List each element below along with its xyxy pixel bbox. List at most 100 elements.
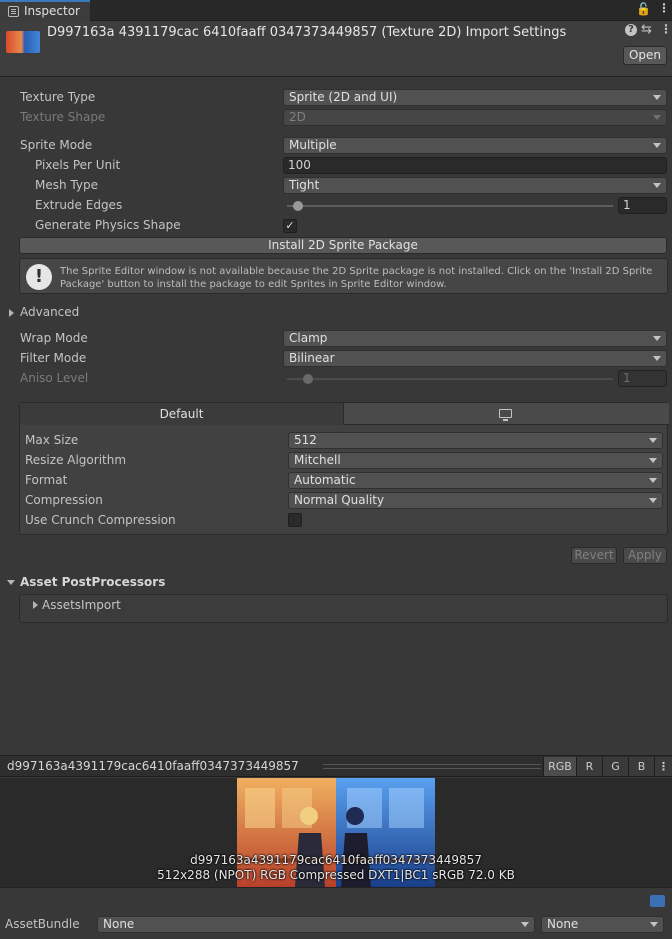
- monitor-stand: [503, 419, 508, 421]
- extrude-edges-label: Extrude Edges: [35, 198, 123, 212]
- filter-mode-label: Filter Mode: [20, 351, 87, 365]
- preview-menu-icon[interactable]: ⋮: [654, 757, 672, 776]
- use-crunch-label: Use Crunch Compression: [25, 513, 176, 527]
- install-2d-sprite-package-button[interactable]: Install 2D Sprite Package: [19, 237, 667, 254]
- extrude-edges-slider-handle[interactable]: [293, 201, 303, 211]
- format-label: Format: [25, 473, 68, 487]
- aniso-level-slider-track: [287, 378, 613, 380]
- tag-icon[interactable]: [650, 895, 665, 907]
- preset-icon[interactable]: ⇆: [641, 22, 652, 37]
- checkmark-icon: ✓: [285, 219, 295, 232]
- use-crunch-checkbox[interactable]: [288, 513, 302, 527]
- preview-asset-info: 512x288 (NPOT) RGB Compressed DXT1|BC1 s…: [157, 868, 515, 882]
- help-icon[interactable]: ?: [625, 24, 637, 36]
- lock-icon[interactable]: 🔓: [636, 2, 651, 16]
- texture-type-value: Sprite (2D and UI): [289, 90, 398, 104]
- format-dropdown[interactable]: Automatic: [288, 472, 663, 489]
- chevron-down-icon[interactable]: [7, 580, 15, 585]
- aniso-level-label: Aniso Level: [20, 371, 89, 385]
- texture-shape-label: Texture Shape: [20, 110, 106, 124]
- open-button[interactable]: Open: [623, 46, 667, 65]
- filter-mode-dropdown[interactable]: Bilinear: [283, 350, 667, 367]
- apply-button[interactable]: Apply: [623, 547, 667, 564]
- help-message: The Sprite Editor window is not availabl…: [60, 266, 653, 290]
- chevron-down-icon: [653, 115, 661, 120]
- texture-type-label: Texture Type: [20, 90, 96, 104]
- wrap-mode-label: Wrap Mode: [20, 331, 88, 345]
- compression-dropdown[interactable]: Normal Quality: [288, 492, 663, 509]
- asset-title: D997163a 4391179cac 6410faaff 0347373449…: [47, 25, 567, 40]
- asset-postprocessors-box: AssetsImport: [19, 594, 668, 623]
- sprite-mode-label: Sprite Mode: [20, 138, 93, 152]
- revert-button[interactable]: Revert: [571, 547, 617, 564]
- channel-rgb-button[interactable]: RGB: [543, 757, 576, 776]
- generate-physics-shape-checkbox[interactable]: ✓: [283, 219, 297, 233]
- chevron-down-icon: [653, 95, 661, 100]
- extrude-edges-field[interactable]: 1: [618, 197, 667, 214]
- asset-bundle-label: AssetBundle: [5, 917, 80, 931]
- format-value: Automatic: [294, 473, 356, 487]
- wrap-mode-value: Clamp: [289, 331, 328, 345]
- chevron-down-icon: [649, 458, 657, 463]
- chevron-down-icon: [649, 498, 657, 503]
- asset-bundle-name-dropdown[interactable]: None: [97, 916, 535, 933]
- advanced-foldout[interactable]: Advanced: [20, 305, 79, 319]
- preview-asset-name: d997163a4391179cac6410faaff0347373449857: [190, 853, 482, 867]
- asset-bundle-name-value: None: [103, 917, 135, 931]
- chevron-down-icon: [649, 438, 657, 443]
- chevron-right-icon[interactable]: [33, 601, 38, 609]
- tab-default[interactable]: Default: [20, 403, 344, 425]
- compression-label: Compression: [25, 493, 103, 507]
- mesh-type-value: Tight: [289, 178, 320, 192]
- asset-bundle-variant-dropdown[interactable]: None: [541, 916, 664, 933]
- context-menu-icon[interactable]: ⋮: [660, 22, 672, 36]
- inspector-header: D997163a 4391179cac 6410faaff 0347373449…: [0, 21, 672, 77]
- pixels-per-unit-field[interactable]: 100: [283, 157, 667, 174]
- asset-postprocessors-header[interactable]: Asset PostProcessors: [20, 575, 165, 589]
- generate-physics-shape-label: Generate Physics Shape: [35, 218, 181, 232]
- channel-g-button[interactable]: G: [602, 757, 628, 776]
- monitor-icon: [499, 409, 512, 418]
- assetsimport-foldout[interactable]: AssetsImport: [42, 598, 121, 612]
- asset-bundle-bar: AssetBundle None None: [0, 887, 672, 939]
- more-options-icon[interactable]: ⋮: [658, 1, 670, 15]
- chevron-right-icon[interactable]: [9, 309, 14, 317]
- texture-thumbnail: [6, 31, 40, 53]
- mesh-type-dropdown[interactable]: Tight: [283, 177, 667, 194]
- max-size-value: 512: [294, 433, 317, 447]
- texture-type-dropdown[interactable]: Sprite (2D and UI): [283, 89, 667, 106]
- resize-algorithm-value: Mitchell: [294, 453, 341, 467]
- aniso-level-field: 1: [618, 370, 667, 387]
- tab-standalone[interactable]: [344, 403, 669, 425]
- tab-inspector[interactable]: Inspector: [0, 0, 90, 21]
- texture-shape-dropdown: 2D: [283, 109, 667, 126]
- chevron-down-icon: [650, 922, 658, 927]
- pixels-per-unit-label: Pixels Per Unit: [35, 158, 121, 172]
- chevron-down-icon: [653, 183, 661, 188]
- preview-area: d997163a4391179cac6410faaff0347373449857…: [0, 778, 672, 887]
- filter-mode-value: Bilinear: [289, 351, 335, 365]
- preview-drag-handle[interactable]: [323, 764, 541, 769]
- texture-shape-value: 2D: [289, 110, 306, 124]
- compression-value: Normal Quality: [294, 493, 385, 507]
- chevron-down-icon: [653, 336, 661, 341]
- preview-title: d997163a4391179cac6410faaff0347373449857: [7, 759, 299, 773]
- chevron-down-icon: [521, 922, 529, 927]
- preview-header: d997163a4391179cac6410faaff0347373449857…: [0, 755, 672, 777]
- channel-r-button[interactable]: R: [576, 757, 602, 776]
- warning-icon: !: [26, 264, 52, 290]
- mesh-type-label: Mesh Type: [35, 178, 98, 192]
- max-size-dropdown[interactable]: 512: [288, 432, 663, 449]
- sprite-mode-dropdown[interactable]: Multiple: [283, 137, 667, 154]
- asset-bundle-variant-value: None: [547, 917, 579, 931]
- channel-b-button[interactable]: B: [628, 757, 654, 776]
- wrap-mode-dropdown[interactable]: Clamp: [283, 330, 667, 347]
- help-box: ! The Sprite Editor window is not availa…: [19, 258, 668, 294]
- sprite-mode-value: Multiple: [289, 138, 337, 152]
- max-size-label: Max Size: [25, 433, 79, 447]
- resize-algorithm-label: Resize Algorithm: [25, 453, 127, 467]
- extrude-edges-slider-track[interactable]: [287, 205, 613, 207]
- tab-label: Inspector: [24, 4, 80, 18]
- tab-bar: Inspector 🔓 ⋮: [0, 0, 672, 21]
- resize-algorithm-dropdown[interactable]: Mitchell: [288, 452, 663, 469]
